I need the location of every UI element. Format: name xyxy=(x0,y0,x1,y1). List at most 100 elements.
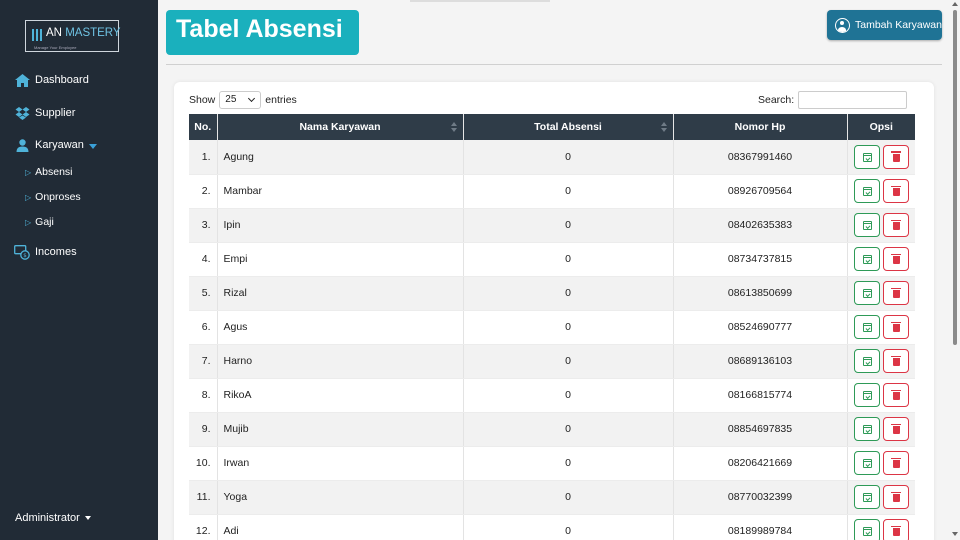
delete-button[interactable] xyxy=(882,213,909,237)
cell-total-absensi: 0 xyxy=(463,514,674,540)
sidebar-subitem-label: Absensi xyxy=(35,166,73,178)
top-tab-indicator xyxy=(410,0,550,2)
cell-no: 7. xyxy=(189,344,218,379)
cell-phone: 08189989784 xyxy=(673,514,848,540)
show-label: Show xyxy=(189,94,216,106)
cell-options xyxy=(847,412,915,447)
cell-total-absensi: 0 xyxy=(463,412,674,447)
cell-name: Agus xyxy=(217,310,464,345)
mark-attendance-button[interactable] xyxy=(853,213,880,237)
calendar-check-icon xyxy=(862,527,872,536)
mark-attendance-button[interactable] xyxy=(853,281,880,305)
search-input[interactable] xyxy=(798,91,908,109)
sidebar-item-supplier[interactable]: Supplier xyxy=(14,106,75,120)
caret-down-icon xyxy=(84,516,91,520)
calendar-check-icon xyxy=(862,459,872,468)
delete-button[interactable] xyxy=(882,144,909,169)
chevron-down-icon xyxy=(248,94,256,103)
column-header-total[interactable]: Total Absensi xyxy=(463,114,674,140)
mark-attendance-button[interactable] xyxy=(853,485,880,509)
entries-select[interactable]: 25 xyxy=(219,91,262,109)
cell-name: Empi xyxy=(217,242,464,277)
delete-button[interactable] xyxy=(882,281,909,305)
mark-attendance-button[interactable] xyxy=(853,247,880,271)
cell-options xyxy=(847,378,915,413)
sidebar-subitem-absensi[interactable]: ▷ Absensi xyxy=(25,166,73,178)
page-scrollbar[interactable] xyxy=(950,0,960,540)
scroll-thumb[interactable] xyxy=(953,10,957,345)
mark-attendance-button[interactable] xyxy=(853,349,880,373)
cell-no: 11. xyxy=(189,480,218,515)
sidebar-item-karyawan[interactable]: Karyawan xyxy=(14,138,97,152)
cell-no: 1. xyxy=(189,140,218,175)
trash-icon xyxy=(891,151,902,162)
delete-button[interactable] xyxy=(882,349,909,373)
column-header-no[interactable]: No. xyxy=(189,114,218,140)
mark-attendance-button[interactable] xyxy=(853,315,880,339)
mark-attendance-button[interactable] xyxy=(853,179,880,203)
cell-options xyxy=(847,446,915,481)
sidebar-subitem-onproses[interactable]: ▷ Onproses xyxy=(25,191,81,203)
add-employee-button[interactable]: Tambah Karyawan xyxy=(827,10,942,40)
sidebar-item-incomes[interactable]: $ Incomes xyxy=(14,244,77,260)
calendar-check-icon xyxy=(862,289,872,298)
table-row: 4. Empi 0 08734737815 xyxy=(189,242,915,277)
user-icon xyxy=(14,138,30,152)
column-header-phone[interactable]: Nomor Hp xyxy=(673,114,848,140)
cell-no: 2. xyxy=(189,174,218,209)
attendance-table: No. Nama Karyawan Total Absensi Nomor Hp… xyxy=(189,114,915,540)
mark-attendance-button[interactable] xyxy=(853,451,880,475)
sidebar-item-dashboard[interactable]: Dashboard xyxy=(14,73,89,87)
delete-button[interactable] xyxy=(882,519,909,540)
delete-button[interactable] xyxy=(882,247,909,271)
trash-icon xyxy=(891,423,902,434)
table-header-row: No. Nama Karyawan Total Absensi Nomor Hp… xyxy=(189,114,915,140)
cell-name: RikoA xyxy=(217,378,464,413)
search-control: Search: xyxy=(758,91,908,109)
scroll-up-arrow-icon[interactable] xyxy=(952,2,958,6)
mark-attendance-button[interactable] xyxy=(853,417,880,441)
table-row: 3. Ipin 0 08402635383 xyxy=(189,208,915,243)
cell-total-absensi: 0 xyxy=(463,310,674,345)
cell-name: Mujib xyxy=(217,412,464,447)
search-label: Search: xyxy=(758,94,795,106)
delete-button[interactable] xyxy=(882,383,909,407)
mark-attendance-button[interactable] xyxy=(853,519,880,540)
sidebar-item-label: Incomes xyxy=(35,246,77,258)
trash-icon xyxy=(891,355,902,366)
table-row: 10. Irwan 0 08206421669 xyxy=(189,446,915,481)
table-row: 1. Agung 0 08367991460 xyxy=(189,140,915,175)
sidebar-subitem-label: Gaji xyxy=(35,216,54,228)
table-row: 6. Agus 0 08524690777 xyxy=(189,310,915,345)
cell-total-absensi: 0 xyxy=(463,174,674,209)
cell-phone: 08367991460 xyxy=(673,140,848,175)
cell-phone: 08770032399 xyxy=(673,480,848,515)
trash-icon xyxy=(891,287,902,298)
delete-button[interactable] xyxy=(882,179,909,203)
cell-options xyxy=(847,480,915,515)
cell-total-absensi: 0 xyxy=(463,276,674,311)
dropbox-icon xyxy=(14,106,30,120)
delete-button[interactable] xyxy=(882,417,909,441)
brand-tagline: Manage Your Employee xyxy=(34,45,77,50)
cell-total-absensi: 0 xyxy=(463,208,674,243)
mark-attendance-button[interactable] xyxy=(853,144,880,169)
sidebar-subitem-gaji[interactable]: ▷ Gaji xyxy=(25,216,54,228)
calendar-check-icon xyxy=(862,391,872,400)
user-menu[interactable]: Administrator xyxy=(15,512,91,524)
cell-phone: 08613850699 xyxy=(673,276,848,311)
column-header-label: Total Absensi xyxy=(534,121,602,133)
cell-total-absensi: 0 xyxy=(463,446,674,481)
delete-button[interactable] xyxy=(882,451,909,475)
column-header-name[interactable]: Nama Karyawan xyxy=(217,114,464,140)
delete-button[interactable] xyxy=(882,485,909,509)
calendar-check-icon xyxy=(862,425,872,434)
scroll-down-arrow-icon[interactable] xyxy=(952,532,958,536)
brand-logo[interactable]: AN MASTERY Manage Your Employee xyxy=(25,20,121,52)
delete-button[interactable] xyxy=(882,315,909,339)
table-row: 11. Yoga 0 08770032399 xyxy=(189,480,915,515)
mark-attendance-button[interactable] xyxy=(853,383,880,407)
table-body: 1. Agung 0 08367991460 2. Mambar 0 08926709564 3… xyxy=(189,140,915,540)
brand-name: AN MASTERY xyxy=(46,27,121,39)
cell-options xyxy=(847,310,915,345)
